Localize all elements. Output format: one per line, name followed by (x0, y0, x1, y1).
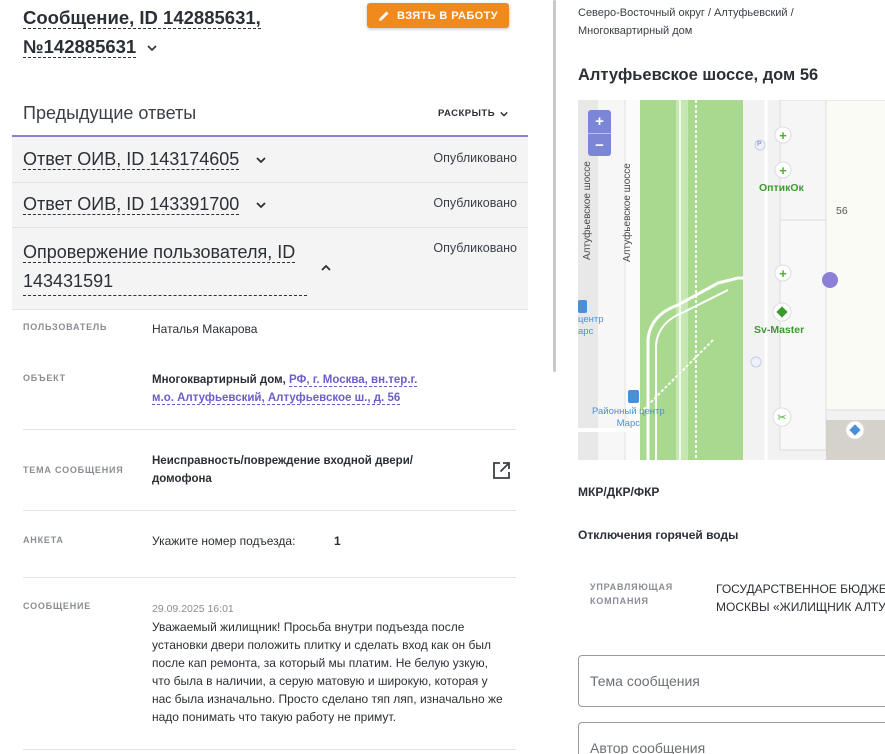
zoom-in-button[interactable]: + (588, 110, 611, 133)
topic-input[interactable]: Тема сообщения (578, 655, 885, 707)
map-poi-center[interactable]: Районный центр Марс (592, 406, 665, 430)
status-badge: Опубликовано (433, 241, 517, 255)
take-to-work-button[interactable]: ВЗЯТЬ В РАБОТУ (367, 3, 509, 28)
map-street-label: Алтуфьевское шоссе (582, 161, 593, 260)
expand-label: РАСКРЫТЬ (438, 108, 496, 119)
scrollbar[interactable] (553, 0, 556, 372)
map-house-number: 56 (836, 205, 848, 217)
status-badge: Опубликовано (433, 196, 517, 210)
breadcrumb-line2[interactable]: Многоквартирный дом (578, 22, 794, 40)
management-company-label: УПРАВЛЯЮЩАЯ КОМПАНИЯ (590, 580, 700, 608)
svg-text:+: + (779, 266, 787, 281)
message-line: нас была изначально. Просто сделано тяп … (152, 692, 503, 706)
answer-title-text[interactable]: Опровержение пользователя, ID (23, 242, 296, 263)
object-value: Многоквартирный дом, РФ, г. Москва, вн.т… (152, 371, 452, 407)
answer-title[interactable]: Опровержение пользователя, ID 143431591 (23, 238, 323, 296)
message-title-line1[interactable]: Сообщение, ID 142885631, (23, 7, 261, 29)
object-label: ОБЪЕКТ (23, 373, 66, 383)
message-timestamp: 29.09.2025 16:01 (152, 603, 234, 615)
message-body: Уважаемый жилищник! Просьба внутри подъе… (152, 618, 522, 726)
survey-label: АНКЕТА (23, 535, 64, 545)
user-value: Наталья Макарова (152, 322, 258, 336)
previous-answers-title: Предыдущие ответы (23, 103, 197, 123)
map-zoom-controls: + − (588, 110, 611, 156)
topic-line1: Неисправность/повреждение входной двери/ (152, 455, 413, 467)
chevron-down-icon[interactable] (256, 155, 266, 165)
answer-row[interactable]: Ответ ОИВ, ID 143174605 Опубликовано (12, 137, 528, 183)
message-label: СООБЩЕНИЕ (23, 601, 92, 611)
topic-label: ТЕМА СООБЩЕНИЯ (23, 465, 124, 475)
divider (23, 749, 516, 750)
object-address-link-2[interactable]: м.о. Алтуфьевский, Алтуфьевское ш., д. 5… (152, 392, 401, 405)
answer-row[interactable]: Ответ ОИВ, ID 143391700 Опубликовано (12, 183, 528, 228)
user-label: ПОЛЬЗОВАТЕЛЬ (23, 322, 108, 332)
answer-title-text[interactable]: Ответ ОИВ, ID 143174605 (23, 149, 240, 170)
management-company-value: ГОСУДАРСТВЕННОЕ БЮДЖЕТ МОСКВЫ «ЖИЛИЩНИК … (716, 580, 885, 616)
survey-answer: 1 (334, 534, 341, 548)
hot-water-label: Отключения горячей воды (578, 528, 739, 542)
divider (23, 577, 516, 578)
message-line: установки двери положить плитку и сделат… (152, 638, 492, 652)
answer-title-text[interactable]: Ответ ОИВ, ID 143391700 (23, 194, 240, 215)
mc-label-line2: КОМПАНИЯ (590, 596, 649, 606)
message-line: Уважаемый жилищник! Просьба внутри подъе… (152, 620, 465, 634)
chevron-down-icon (500, 111, 508, 117)
map-poi-center-line2: Марс (616, 418, 640, 429)
object-panel: Северо-Восточный округ / Алтуфьевский / … (557, 0, 885, 754)
message-panel: Сообщение, ID 142885631, №142885631 ВЗЯТ… (0, 0, 545, 754)
message-line: что была в наличии, а серую матовую и ши… (152, 674, 488, 688)
svg-text:+: + (779, 128, 787, 143)
map-poi-center-left-line1: центр (578, 314, 604, 325)
object-address-title: Алтуфьевское шоссе, дом 56 (578, 66, 819, 84)
map-poi-center-line1: Районный центр (592, 406, 665, 417)
message-line: надо понимать что такую работу не примут… (152, 710, 396, 724)
breadcrumb-line1[interactable]: Северо-Восточный округ / Алтуфьевский / (578, 4, 794, 22)
message-title-line2[interactable]: №142885631 (23, 35, 137, 58)
topic-line2: домофона (152, 473, 212, 485)
breadcrumb: Северо-Восточный округ / Алтуфьевский / … (578, 4, 794, 40)
divider (23, 510, 516, 511)
mc-label-line1: УПРАВЛЯЮЩАЯ (590, 582, 674, 592)
take-to-work-label: ВЗЯТЬ В РАБОТУ (397, 9, 498, 22)
chevron-down-icon[interactable] (256, 200, 266, 210)
svg-text:+: + (779, 163, 787, 178)
mkr-label: МКР/ДКР/ФКР (578, 485, 660, 499)
open-external-icon[interactable] (492, 461, 511, 480)
map[interactable]: + + + ✂ Алтуфьевское шоссе Алтуфьевское … (578, 100, 885, 460)
survey-question: Укажите номер подъезда: (152, 534, 296, 548)
map-poi-center-left[interactable]: центр арс (578, 314, 604, 338)
zoom-out-button[interactable]: − (588, 133, 611, 156)
pencil-icon (379, 11, 389, 21)
map-poi-optik[interactable]: ОптикОк (759, 182, 804, 194)
object-type: Многоквартирный дом, (152, 374, 286, 386)
status-badge: Опубликовано (433, 151, 517, 165)
object-address-link[interactable]: РФ, г. Москва, вн.тер.г. (289, 374, 418, 387)
chevron-up-icon[interactable] (321, 263, 331, 273)
chevron-down-icon[interactable] (147, 43, 157, 53)
map-poi-svmaster[interactable]: Sv-Master (754, 324, 804, 336)
topic-value: Неисправность/повреждение входной двери/… (152, 452, 452, 488)
author-input[interactable]: Автор сообщения (578, 722, 885, 754)
answer-title-text-2[interactable]: 143431591 (23, 267, 307, 296)
mc-value-line2: МОСКВЫ «ЖИЛИЩНИК АЛТУ (716, 600, 885, 614)
message-line: после кап ремонта, за который мы платим.… (152, 656, 488, 670)
answer-row-expanded[interactable]: Опровержение пользователя, ID 143431591 … (12, 228, 528, 310)
message-title[interactable]: Сообщение, ID 142885631, №142885631 (23, 4, 293, 61)
map-poi-center-left-line2: арс (578, 326, 594, 337)
map-parking-label: P (757, 141, 762, 148)
svg-text:✂: ✂ (777, 411, 786, 424)
mc-value-line1: ГОСУДАРСТВЕННОЕ БЮДЖЕТ (716, 582, 885, 596)
expand-button[interactable]: РАСКРЫТЬ (438, 108, 508, 119)
map-street-label-2: Алтуфьевское шоссе (622, 163, 633, 262)
answer-title[interactable]: Ответ ОИВ, ID 143391700 (23, 190, 266, 219)
answer-title[interactable]: Ответ ОИВ, ID 143174605 (23, 145, 266, 174)
divider (23, 429, 516, 430)
